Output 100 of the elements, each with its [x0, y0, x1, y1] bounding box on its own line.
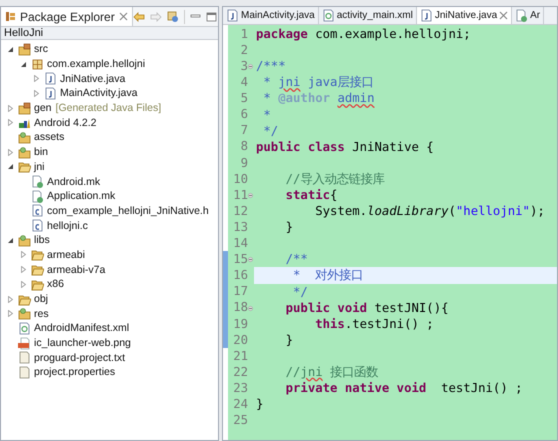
- collapsed-arrow-icon[interactable]: [20, 266, 27, 274]
- folder-icon: [18, 307, 31, 320]
- tree-item[interactable]: bin: [34, 145, 48, 160]
- folder-icon: [18, 130, 31, 144]
- tree-item[interactable]: Android.mk: [47, 174, 100, 189]
- line-number: 12: [233, 202, 248, 220]
- tree-item[interactable]: armeabi-v7a: [47, 262, 106, 277]
- fold-icon[interactable]: [248, 257, 253, 262]
- tree-item[interactable]: AndroidManifest.xml: [34, 321, 130, 336]
- project-breadcrumb: HelloJni: [3, 26, 44, 40]
- tree-item[interactable]: libs: [34, 233, 50, 248]
- code-line: public void testJNI(){: [284, 300, 448, 316]
- tree-item[interactable]: MainActivity.java: [60, 86, 138, 100]
- line-number: 19: [233, 316, 248, 333]
- fold-icon[interactable]: [248, 64, 253, 70]
- folder-icon: [18, 292, 31, 306]
- folder-icon: [18, 146, 31, 159]
- java-file-icon: [226, 9, 239, 22]
- collapsed-arrow-icon[interactable]: [33, 75, 40, 82]
- line-number: 13: [233, 218, 248, 236]
- fold-icon[interactable]: [248, 306, 253, 311]
- tree-item[interactable]: hellojni.c: [47, 218, 88, 233]
- tree-item-decoration: [Generated Java Files]: [56, 101, 162, 116]
- collapsed-arrow-icon[interactable]: [7, 119, 14, 126]
- code-line: public class JniNative {: [256, 138, 434, 155]
- collapsed-arrow-icon[interactable]: [33, 90, 40, 97]
- folder-icon: [18, 160, 31, 174]
- text-file-icon: [18, 351, 31, 364]
- line-number: 8: [240, 138, 248, 156]
- expanded-arrow-icon[interactable]: [7, 236, 14, 244]
- java-file-icon: [420, 9, 433, 22]
- expanded-arrow-icon[interactable]: [20, 60, 27, 68]
- collapsed-arrow-icon[interactable]: [7, 104, 14, 112]
- code-line: }: [256, 396, 264, 412]
- image-file-icon: [18, 336, 31, 350]
- java-file-icon: [44, 72, 57, 86]
- line-number: 1: [240, 26, 248, 43]
- code-line: *: [262, 106, 271, 123]
- code-line: }: [284, 219, 294, 236]
- tree-item[interactable]: gen: [34, 101, 52, 116]
- editor-tab[interactable]: activity_main.xml: [318, 7, 417, 24]
- expanded-arrow-icon[interactable]: [7, 163, 14, 170]
- tree-item[interactable]: ic_launcher-web.png: [34, 336, 131, 350]
- line-number: 3: [240, 58, 248, 76]
- folder-icon: [31, 278, 44, 291]
- tree-item[interactable]: com_example_hellojni_JniNative.h: [47, 204, 209, 218]
- folder-icon: [31, 248, 44, 262]
- expanded-arrow-icon[interactable]: [7, 46, 14, 53]
- code-line: static{: [284, 186, 338, 203]
- code-line: }: [284, 332, 294, 348]
- tree-item[interactable]: com.example.hellojni: [47, 57, 146, 72]
- tree-item[interactable]: assets: [34, 130, 64, 144]
- collapsed-arrow-icon[interactable]: [7, 148, 14, 156]
- back-arrow-icon[interactable]: [132, 12, 145, 22]
- xml-file-icon: [322, 9, 335, 22]
- tree-item[interactable]: JniNative.java: [60, 72, 126, 86]
- line-number: 7: [240, 122, 248, 140]
- code-line: private native void testJni() ;: [284, 380, 523, 396]
- line-number: 16: [233, 267, 248, 284]
- folder-icon: [31, 263, 44, 276]
- collapsed-arrow-icon[interactable]: [7, 310, 14, 318]
- collapsed-arrow-icon[interactable]: [20, 280, 27, 288]
- maximize-icon[interactable]: [206, 12, 217, 22]
- java-file-icon: [44, 86, 57, 100]
- tree-item[interactable]: x86: [47, 277, 64, 292]
- tree-item[interactable]: armeabi: [47, 248, 85, 262]
- code-line: //导入动态链接库: [284, 170, 384, 187]
- line-number: 2: [240, 42, 248, 59]
- tree-item[interactable]: jni: [34, 160, 45, 174]
- source-folder-icon: [18, 102, 31, 115]
- tree-item[interactable]: res: [34, 306, 49, 321]
- code-line: /**: [284, 251, 308, 268]
- code-line: * 对外接口: [292, 267, 364, 284]
- collapsed-arrow-icon[interactable]: [20, 251, 27, 258]
- line-number: 21: [233, 348, 248, 365]
- close-icon[interactable]: [499, 11, 508, 20]
- line-number: 25: [233, 412, 248, 430]
- tree-item[interactable]: Android 4.2.2: [34, 116, 96, 130]
- close-icon[interactable]: [118, 12, 128, 21]
- collapsed-arrow-icon[interactable]: [7, 296, 14, 303]
- code-line: System.loadLibrary("hellojni");: [314, 203, 545, 220]
- link-icon[interactable]: [166, 10, 179, 22]
- tree-item[interactable]: project.properties: [34, 365, 116, 380]
- source-folder-icon: [18, 42, 31, 56]
- fold-icon[interactable]: [248, 192, 253, 198]
- tree-item[interactable]: src: [34, 42, 48, 56]
- c-file-icon: [31, 219, 44, 232]
- file-icon: [515, 9, 528, 22]
- tree-item[interactable]: obj: [34, 292, 48, 306]
- tree-item[interactable]: proguard-project.txt: [34, 350, 126, 365]
- forward-arrow-icon[interactable]: [150, 12, 162, 22]
- xml-file-icon: [18, 322, 31, 335]
- code-line: //jni 接口函数: [284, 364, 378, 380]
- editor-tab[interactable]: JniNative.java: [416, 7, 512, 24]
- package-explorer-icon: [5, 11, 16, 22]
- folder-icon: [18, 234, 31, 247]
- line-number: 11: [233, 186, 248, 204]
- tree-item[interactable]: Application.mk: [47, 189, 116, 204]
- code-line: /***: [256, 58, 286, 74]
- line-number: 14: [233, 235, 248, 252]
